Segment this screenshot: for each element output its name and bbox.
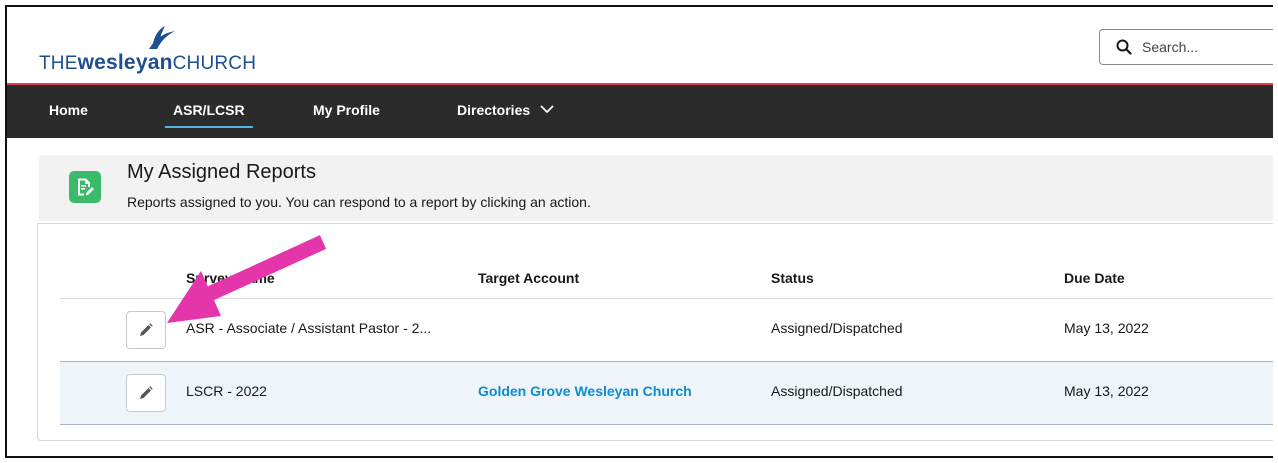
active-tab-indicator <box>165 126 253 128</box>
nav-my-profile[interactable]: My Profile <box>313 85 380 138</box>
column-header-target-account[interactable]: Target Account <box>478 270 579 286</box>
page-content: My Assigned Reports Reports assigned to … <box>7 138 1273 456</box>
document-edit-icon <box>78 178 94 196</box>
card-header: My Assigned Reports Reports assigned to … <box>39 155 1273 221</box>
main-nav: Home ASR/LCSR My Profile Directories <box>7 85 1273 138</box>
report-icon <box>69 171 101 203</box>
table-row: LSCR - 2022 Golden Grove Wesleyan Church… <box>60 362 1273 425</box>
cell-target-account[interactable]: Golden Grove Wesleyan Church <box>478 383 692 399</box>
cell-status: Assigned/Dispatched <box>771 320 903 336</box>
pencil-icon <box>140 386 153 399</box>
card-title: My Assigned Reports <box>127 161 316 183</box>
search-input[interactable] <box>1142 36 1262 58</box>
table-row: ASR - Associate / Assistant Pastor - 2..… <box>60 299 1273 362</box>
nav-directories[interactable]: Directories <box>457 85 554 138</box>
edit-report-button[interactable] <box>126 374 166 412</box>
cell-due-date: May 13, 2022 <box>1064 320 1149 336</box>
logo-flame-icon <box>149 26 175 49</box>
cell-survey-name: ASR - Associate / Assistant Pastor - 2..… <box>186 320 432 336</box>
logo-wesleyan: wesleyan <box>77 51 173 74</box>
column-header-status[interactable]: Status <box>771 270 814 286</box>
cell-status: Assigned/Dispatched <box>771 383 903 399</box>
nav-asr-lcsr-label: ASR/LCSR <box>173 102 245 118</box>
cell-survey-name: LSCR - 2022 <box>186 383 267 399</box>
reports-table-card: Survey Name Target Account Status Due Da… <box>37 223 1273 441</box>
column-header-survey-name[interactable]: Survey Name <box>186 270 275 286</box>
global-search[interactable] <box>1099 29 1273 65</box>
chevron-down-icon <box>540 105 554 114</box>
cell-due-date: May 13, 2022 <box>1064 383 1149 399</box>
card-subtitle: Reports assigned to you. You can respond… <box>127 194 591 210</box>
app-window: THEwesleyanCHURCH Home ASR/LCSR My Profi… <box>5 5 1273 458</box>
wesleyan-church-logo[interactable]: THEwesleyanCHURCH <box>39 25 279 79</box>
edit-report-button[interactable] <box>126 311 166 349</box>
nav-home[interactable]: Home <box>49 85 88 138</box>
pencil-icon <box>140 323 153 336</box>
search-icon <box>1116 39 1132 55</box>
nav-my-profile-label: My Profile <box>313 102 380 118</box>
logo-text: THEwesleyanCHURCH <box>39 51 256 75</box>
nav-home-label: Home <box>49 102 88 118</box>
site-header: THEwesleyanCHURCH <box>7 7 1273 85</box>
column-header-due-date[interactable]: Due Date <box>1064 270 1125 286</box>
logo-church: CHURCH <box>172 53 257 74</box>
nav-asr-lcsr[interactable]: ASR/LCSR <box>165 85 253 138</box>
nav-directories-label: Directories <box>457 102 531 118</box>
logo-the: THE <box>39 53 78 74</box>
